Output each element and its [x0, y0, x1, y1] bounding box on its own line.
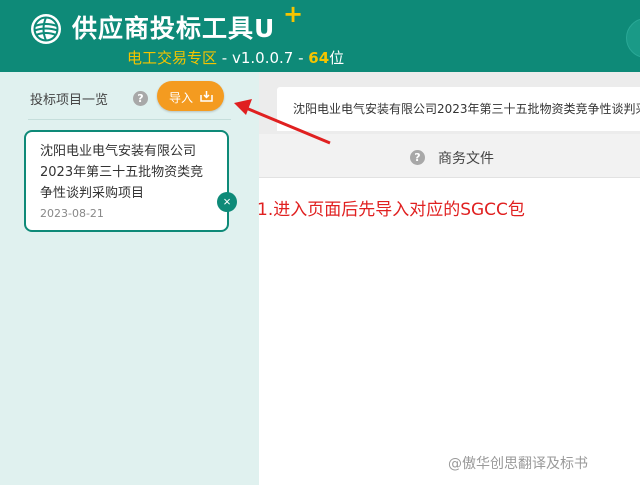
import-icon [200, 91, 213, 102]
app-version-line: 电工交易专区 - v1.0.0.7 - 64位 [127, 47, 344, 68]
section-title: 商务文件 [438, 151, 494, 167]
help-icon[interactable]: ? [133, 91, 148, 106]
trade-zone-label: 电工交易专区 [127, 49, 218, 67]
business-docs-section-header[interactable]: ? 商务文件 [259, 134, 640, 178]
app-title: 供应商投标工具U [72, 14, 276, 43]
project-card[interactable]: 沈阳电业电气安装有限公司2023年第三十五批物资类竞争性谈判采购项目 2023-… [24, 130, 229, 232]
sgcc-logo-icon [31, 14, 61, 44]
sidebar-title: 投标项目一览 [30, 93, 109, 108]
project-tab-bar: 沈阳电业电气安装有限公司2023年第三十五批物资类竞争性谈判采购项目 [259, 72, 640, 134]
tab-project[interactable]: 沈阳电业电气安装有限公司2023年第三十五批物资类竞争性谈判采购项目 [277, 87, 640, 131]
import-button[interactable]: 导入 [157, 81, 224, 111]
project-sidebar: 投标项目一览 ? 导入 沈阳电业电气安装有限公司2023年第三十五批物资类竞争性… [0, 72, 259, 485]
project-card-name: 沈阳电业电气安装有限公司2023年第三十五批物资类竞争性谈判采购项目 [40, 144, 204, 201]
watermark: @傲华创思翻译及标书 [448, 456, 588, 472]
tab-project-label: 沈阳电业电气安装有限公司2023年第三十五批物资类竞争性谈判采购项目 [293, 102, 640, 116]
project-card-date: 2023-08-21 [40, 207, 104, 220]
annotation-text: 1.进入页面后先导入对应的SGCC包 [257, 200, 525, 220]
import-button-label: 导入 [169, 91, 194, 105]
app-header: 供应商投标工具U + 电工交易专区 - v1.0.0.7 - 64位 [0, 0, 640, 72]
app-title-plus: + [283, 0, 304, 28]
main-panel: ? 商务文件 [259, 134, 640, 485]
bits-unit: 位 [329, 49, 345, 67]
section-help-icon[interactable]: ? [410, 150, 425, 165]
bits-value: 64 [308, 49, 330, 67]
window-control-button[interactable] [626, 18, 640, 58]
sidebar-divider [28, 119, 231, 120]
version-text: - v1.0.0.7 - [217, 49, 309, 67]
remove-project-close-icon[interactable]: × [217, 192, 237, 212]
